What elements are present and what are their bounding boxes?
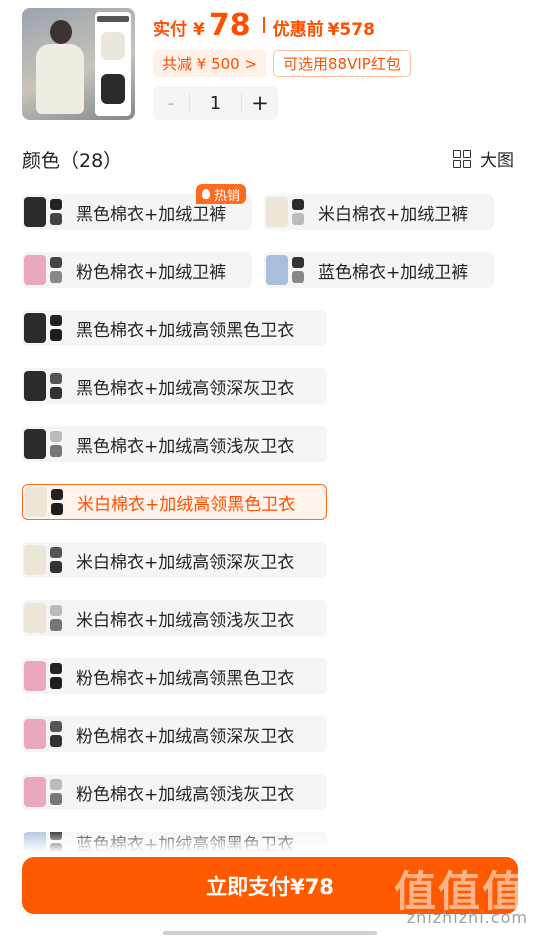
color-option-label: 米白棉衣+加绒高领浅灰卫衣 — [76, 610, 295, 631]
color-option[interactable]: 黑色棉衣+加绒高领深灰卫衣 — [22, 368, 327, 404]
quantity-stepper: - 1 + — [153, 86, 278, 120]
option-thumbnail — [264, 252, 310, 288]
color-option-label: 粉色棉衣+加绒卫裤 — [76, 262, 227, 283]
color-option-label: 米白棉衣+加绒高领深灰卫衣 — [76, 552, 295, 573]
color-option[interactable]: 米白棉衣+加绒高领浅灰卫衣 — [22, 600, 327, 636]
quantity-value[interactable]: 1 — [189, 93, 242, 114]
color-option-label: 粉色棉衣+加绒高领浅灰卫衣 — [76, 784, 295, 805]
option-thumbnail — [22, 716, 68, 752]
color-option-label: 蓝色棉衣+加绒卫裤 — [318, 262, 469, 283]
option-thumbnail — [22, 542, 68, 578]
color-option[interactable]: 米白棉衣+加绒高领深灰卫衣 — [22, 542, 327, 578]
color-option-label: 黑色棉衣+加绒高领浅灰卫衣 — [76, 436, 295, 457]
big-view-label: 大图 — [480, 151, 514, 171]
color-option[interactable]: 粉色棉衣+加绒高领黑色卫衣 — [22, 658, 327, 694]
color-option[interactable]: 蓝色棉衣+加绒卫裤 — [264, 252, 494, 288]
option-thumbnail — [264, 194, 310, 230]
color-option-label: 黑色棉衣+加绒高领黑色卫衣 — [76, 320, 295, 341]
color-option-label: 米白棉衣+加绒卫裤 — [318, 204, 469, 225]
price-currency: ¥ — [193, 20, 205, 40]
option-thumbnail — [22, 368, 68, 404]
price-row: 实付 ¥ 78 优惠前 ¥578 — [153, 8, 375, 43]
original-price-value: ¥578 — [327, 20, 375, 40]
option-thumbnail — [22, 658, 68, 694]
vip-coupon-button[interactable]: 可选用88VIP红包 — [273, 50, 411, 77]
color-option[interactable]: 粉色棉衣+加绒高领深灰卫衣 — [22, 716, 327, 752]
price-value: 78 — [208, 8, 251, 43]
decrease-button[interactable]: - — [153, 91, 189, 115]
option-thumbnail — [23, 484, 69, 520]
flame-icon — [202, 189, 210, 199]
color-section-title: 颜色（28） — [22, 150, 123, 172]
increase-button[interactable]: + — [242, 91, 278, 115]
color-option-label: 粉色棉衣+加绒高领黑色卫衣 — [76, 668, 295, 689]
color-option-label: 黑色棉衣+加绒高领深灰卫衣 — [76, 378, 295, 399]
color-option[interactable]: 米白棉衣+加绒高领黑色卫衣 — [22, 484, 327, 520]
hot-badge-label: 热销 — [214, 188, 241, 204]
color-option[interactable]: 黑色棉衣+加绒高领黑色卫衣 — [22, 310, 327, 346]
option-thumbnail — [22, 600, 68, 636]
color-option[interactable]: 粉色棉衣+加绒卫裤 — [22, 252, 252, 288]
color-option[interactable]: 黑色棉衣+加绒高领浅灰卫衣 — [22, 426, 327, 462]
price-label: 实付 — [153, 20, 187, 40]
color-option-label: 粉色棉衣+加绒高领深灰卫衣 — [76, 726, 295, 747]
big-view-toggle[interactable]: 大图 — [453, 146, 514, 171]
hot-badge: 热销 — [196, 184, 247, 204]
total-discount-button[interactable]: 共减 ¥ 500 > — [153, 50, 267, 77]
color-option[interactable]: 米白棉衣+加绒卫裤 — [264, 194, 494, 230]
home-indicator — [163, 931, 377, 935]
list-fade — [0, 828, 540, 852]
option-thumbnail — [22, 426, 68, 462]
color-option-label: 米白棉衣+加绒高领黑色卫衣 — [77, 494, 296, 515]
option-thumbnail — [22, 194, 68, 230]
watermark-url: zhizhizhi.com — [406, 908, 528, 927]
original-price-label: 优惠前 — [272, 20, 324, 40]
price-divider — [262, 17, 265, 33]
option-thumbnail — [22, 310, 68, 346]
grid-view-icon — [453, 149, 471, 168]
option-thumbnail — [22, 252, 68, 288]
product-thumbnail[interactable] — [22, 8, 135, 120]
option-thumbnail — [22, 774, 68, 810]
color-option[interactable]: 粉色棉衣+加绒高领浅灰卫衣 — [22, 774, 327, 810]
